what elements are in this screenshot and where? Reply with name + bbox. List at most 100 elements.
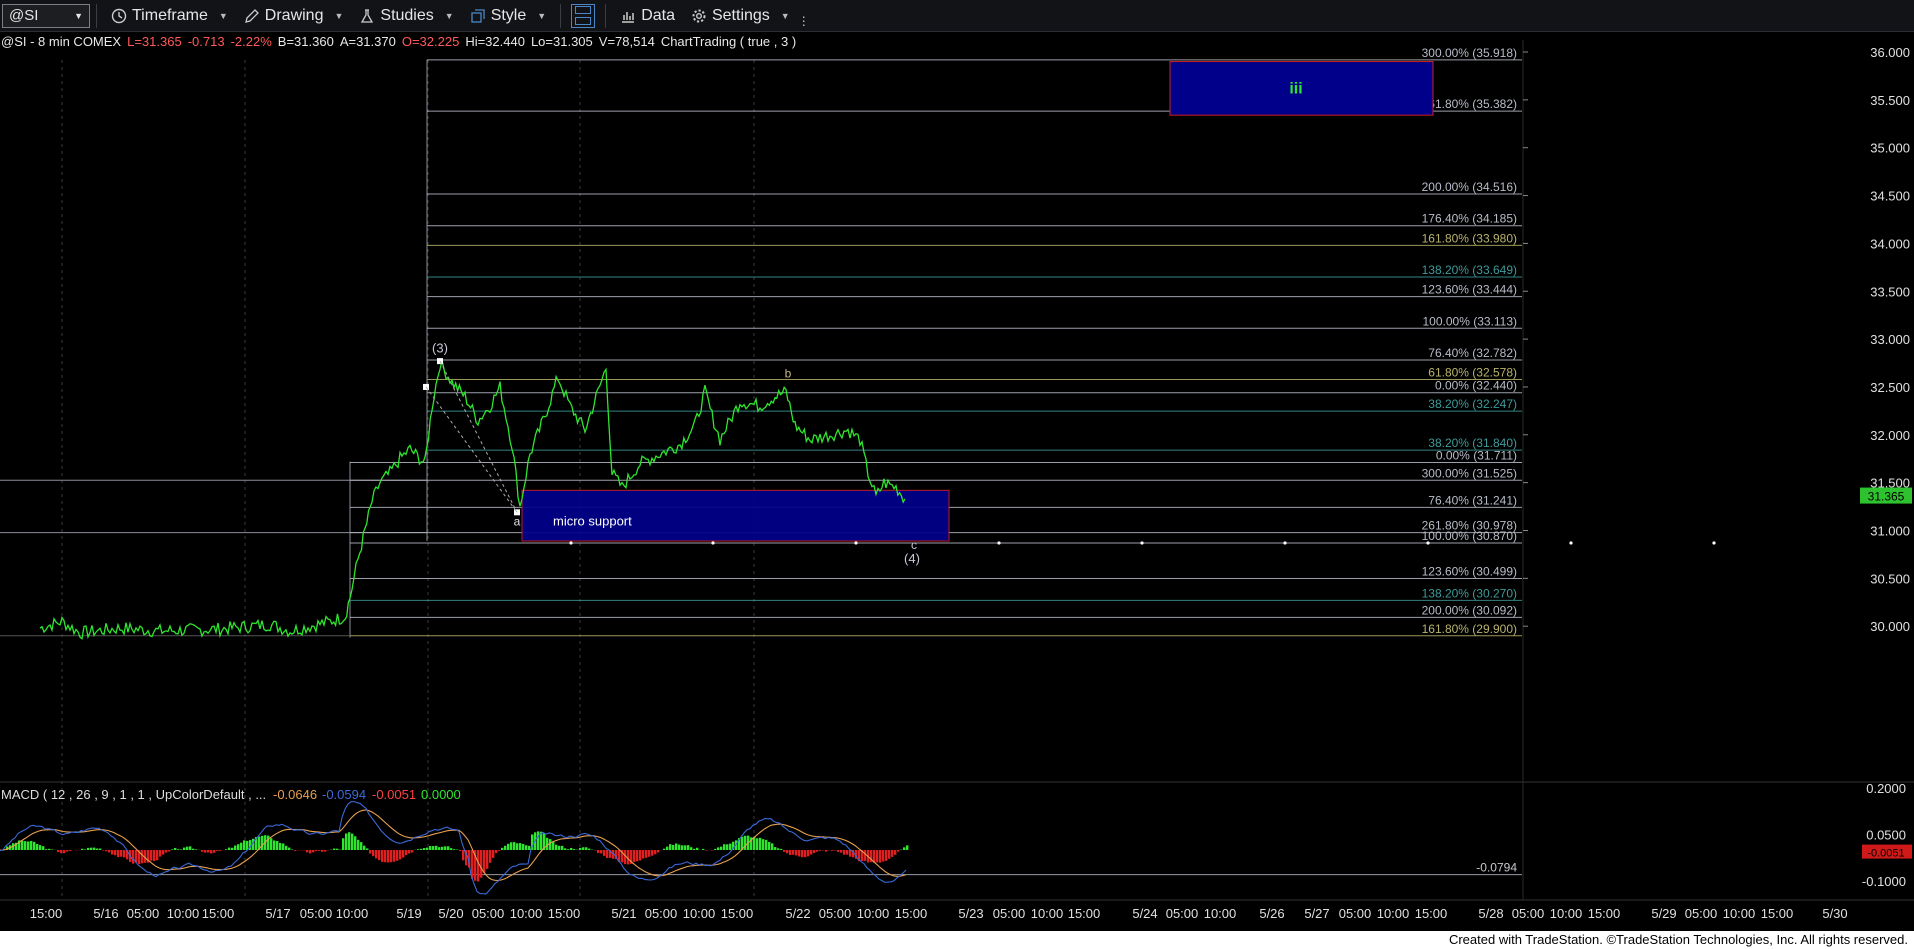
time-axis-label: 15:00 xyxy=(202,906,235,921)
macd-histogram-bar xyxy=(36,844,39,850)
time-axis-label: 5/21 xyxy=(611,906,636,921)
time-axis-label: 10:00 xyxy=(510,906,543,921)
macd-histogram-bar xyxy=(168,850,171,852)
macd-histogram-bar xyxy=(279,842,282,850)
time-axis-label: 05:00 xyxy=(127,906,160,921)
macd-histogram-bar xyxy=(720,846,723,850)
macd-histogram-bar xyxy=(681,845,684,850)
macd-histogram-bar xyxy=(771,843,774,850)
macd-histogram-bar xyxy=(663,848,666,850)
macd-histogram-bar xyxy=(423,848,426,850)
macd-histogram-bar xyxy=(231,847,234,850)
fib-level-label: 0.00% (31.711) xyxy=(1436,448,1517,462)
macd-histogram-bar xyxy=(288,847,291,850)
chevron-down-icon[interactable]: ▼ xyxy=(74,11,83,21)
studies-menu[interactable]: Studies ▼ xyxy=(351,2,461,30)
macd-histogram-bar xyxy=(894,850,897,855)
macd-histogram-bar xyxy=(156,850,159,861)
macd-axis-label: 0.0500 xyxy=(1866,828,1906,843)
fib-level-label: 138.20% (33.649) xyxy=(1422,263,1517,277)
macd-histogram-bar xyxy=(633,850,636,862)
style-menu[interactable]: Style ▼ xyxy=(462,2,555,30)
projection-dot xyxy=(854,541,858,545)
macd-histogram-bar xyxy=(60,850,63,854)
time-axis-label: 15:00 xyxy=(30,906,63,921)
macd-histogram-bar xyxy=(579,847,582,850)
time-axis-label: 05:00 xyxy=(993,906,1026,921)
macd-histogram-bar xyxy=(846,850,849,855)
price-chart[interactable]: 300.00% (35.918) 261.80% (35.382) 200.00% … xyxy=(0,31,1914,931)
macd-histogram-bar xyxy=(390,850,393,863)
macd-histogram-bar xyxy=(516,843,519,850)
settings-menu[interactable]: Settings ▼ xyxy=(683,2,798,30)
price-axis-label: 35.500 xyxy=(1870,93,1910,108)
projection-dot xyxy=(1426,541,1430,545)
macd-histogram-bar xyxy=(312,850,315,853)
macd-histogram-bar xyxy=(219,850,222,851)
data-menu[interactable]: Data xyxy=(612,2,683,30)
time-axis-label: 15:00 xyxy=(1588,906,1621,921)
toolbar-overflow-icon[interactable]: ⋮ xyxy=(798,14,810,28)
macd-histogram-bar xyxy=(132,850,135,864)
macd-histogram-bar xyxy=(666,846,669,850)
fib-level-label: 161.80% (33.980) xyxy=(1422,231,1517,245)
macd-value-3: -0.0051 xyxy=(372,787,416,802)
macd-histogram-bar xyxy=(462,850,465,861)
projection-dot xyxy=(1283,541,1287,545)
target-zones[interactable]: micro support iii xyxy=(521,61,1434,542)
symbol-input[interactable]: @SI xyxy=(9,7,38,24)
macd-histogram-bar xyxy=(825,850,828,852)
macd-histogram-bar xyxy=(768,841,771,850)
macd-histogram-bar xyxy=(393,850,396,862)
macd-histogram-bar xyxy=(570,847,573,850)
macd-histogram-bar xyxy=(657,850,660,853)
macd-histogram-bar xyxy=(114,850,117,856)
macd-histogram-bar xyxy=(123,850,126,858)
macd-histogram-bar xyxy=(762,839,765,850)
macd-histogram-bar xyxy=(99,848,102,850)
macd-histogram-bar xyxy=(744,835,747,850)
macd-histogram-bar xyxy=(444,846,447,850)
window-layout-icon[interactable] xyxy=(571,3,596,28)
symbol-selector[interactable]: @SI ▼ xyxy=(2,3,90,28)
macd-histogram-bar xyxy=(186,846,189,850)
macd-histogram-bar xyxy=(693,848,696,850)
price-axis-label: 34.000 xyxy=(1870,236,1910,251)
time-axis-label: 5/20 xyxy=(438,906,463,921)
macd-histogram-bar xyxy=(48,848,51,850)
macd-histogram-bar xyxy=(360,842,363,850)
time-axis-label: 10:00 xyxy=(857,906,890,921)
macd-histogram-bar xyxy=(102,850,105,851)
time-axis-label: 15:00 xyxy=(548,906,581,921)
macd-histogram-bar xyxy=(882,850,885,862)
macd-histogram-bar xyxy=(285,845,288,850)
timeframe-menu[interactable]: Timeframe ▼ xyxy=(103,2,236,30)
macd-histogram-bar xyxy=(369,850,372,854)
wave-label-4: (4) xyxy=(904,551,920,566)
macd-histogram-bar xyxy=(447,846,450,850)
macd-histogram-bar xyxy=(210,850,213,854)
macd-histogram-bar xyxy=(315,850,318,852)
time-axis-label: 05:00 xyxy=(645,906,678,921)
macd-histogram-bar xyxy=(651,850,654,856)
macd-histogram-bar xyxy=(588,848,591,850)
macd-histogram-bar xyxy=(498,850,501,851)
drawing-menu[interactable]: Drawing ▼ xyxy=(236,2,352,30)
macd-histogram-bar xyxy=(537,831,540,850)
macd-histogram-bar xyxy=(555,844,558,850)
chevron-down-icon: ▼ xyxy=(780,10,790,21)
macd-histogram-bar xyxy=(396,850,399,861)
macd-histogram-bar xyxy=(237,844,240,850)
macd-histogram-bar xyxy=(63,850,66,854)
macd-histogram-bar xyxy=(906,845,909,850)
micro-support-label: micro support xyxy=(553,514,632,529)
macd-histogram-bar xyxy=(561,845,564,850)
macd-histogram-bar xyxy=(159,850,162,857)
macd-histogram-bar xyxy=(345,833,348,850)
macd-histogram-bar xyxy=(342,838,345,850)
time-axis-label: 5/23 xyxy=(958,906,983,921)
toolbar-separator xyxy=(560,3,562,28)
macd-histogram-bar xyxy=(489,850,492,863)
time-axis-label: 5/27 xyxy=(1304,906,1329,921)
macd-histogram-bar xyxy=(774,847,777,850)
